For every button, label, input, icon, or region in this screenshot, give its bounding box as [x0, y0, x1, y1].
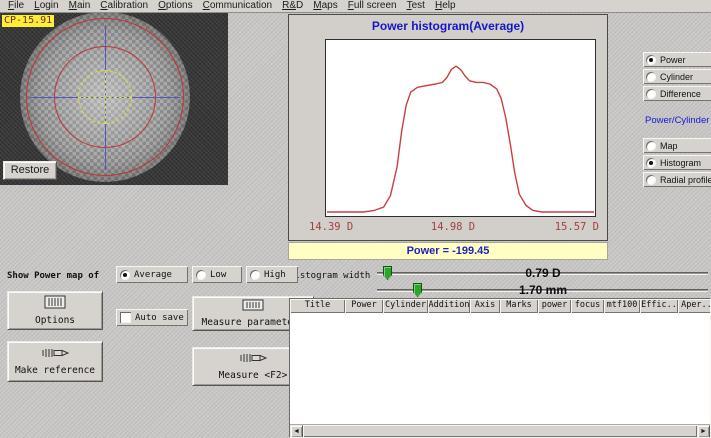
checkbox-icon — [120, 312, 131, 323]
radio-power[interactable]: Power — [643, 52, 711, 67]
menu-item-rnd[interactable]: R&D — [277, 0, 308, 12]
radio-label: Power — [660, 55, 686, 65]
results-table: Title Power Cylinder Addition Axis Marks… — [289, 298, 711, 438]
x-tick-mid: 14.98 D — [431, 221, 475, 233]
menu-item-file[interactable]: File — [3, 0, 29, 12]
menu-item-test[interactable]: Test — [402, 0, 430, 12]
radio-histogram[interactable]: Histogram — [643, 155, 711, 170]
radio-label: Average — [134, 270, 172, 280]
options-button[interactable]: Options — [7, 291, 103, 330]
histogram-plot — [325, 39, 596, 217]
target-dash-vertical — [105, 70, 106, 124]
menu-item-main[interactable]: Main — [64, 0, 96, 12]
histogram-width-value-d: 0.79 D — [375, 265, 711, 281]
histogram-width-slider-d[interactable]: 0.79 D — [375, 265, 711, 281]
radio-average[interactable]: Average — [116, 266, 188, 283]
radio-icon — [646, 175, 656, 185]
scroll-thumb[interactable] — [303, 425, 697, 437]
radio-map[interactable]: Map — [643, 138, 711, 153]
power-histogram-panel: Power histogram(Average) 14.39 D 14.98 D… — [288, 14, 608, 241]
histogram-curve — [326, 40, 595, 216]
x-tick-max: 15.57 D — [555, 221, 599, 233]
radio-icon — [120, 270, 130, 280]
make-reference-button[interactable]: Make reference — [7, 341, 103, 382]
radio-label: Radial profile — [660, 175, 711, 185]
radio-icon — [646, 158, 656, 168]
radio-cylinder[interactable]: Cylinder — [643, 69, 711, 84]
column-header-mtf100[interactable]: mtf100 — [604, 299, 640, 313]
radio-icon — [646, 141, 656, 151]
column-header-power2[interactable]: power — [538, 299, 571, 313]
radio-icon — [646, 55, 656, 65]
histogram-width-slider-mm[interactable]: 1.70 mm — [375, 282, 711, 298]
radio-high[interactable]: High — [246, 266, 298, 283]
restore-button[interactable]: Restore — [3, 161, 57, 180]
scroll-left-button[interactable]: ◄ — [290, 425, 303, 438]
column-header-focus[interactable]: focus — [571, 299, 604, 313]
radio-low[interactable]: Low — [192, 266, 242, 283]
column-header-power[interactable]: Power — [345, 299, 383, 313]
menu-bar: File Login Main Calibration Options Comm… — [0, 0, 711, 13]
radio-icon — [646, 72, 656, 82]
chart-title: Power histogram(Average) — [289, 19, 607, 33]
application-window: File Login Main Calibration Options Comm… — [0, 0, 711, 438]
button-label: Options — [35, 315, 75, 326]
column-header-cylinder[interactable]: Cylinder — [383, 299, 428, 313]
screw-icon — [239, 352, 267, 367]
menu-item-options[interactable]: Options — [153, 0, 197, 12]
histogram-width-value-mm: 1.70 mm — [375, 282, 711, 298]
radio-radial-profile[interactable]: Radial profile — [643, 172, 711, 187]
scroll-right-button[interactable]: ► — [697, 425, 710, 438]
radio-label: Cylinder — [660, 72, 693, 82]
radio-label: Difference — [660, 89, 701, 99]
radio-label: Low — [210, 270, 226, 280]
menu-item-help[interactable]: Help — [430, 0, 461, 12]
menu-item-maps[interactable]: Maps — [308, 0, 342, 12]
radio-difference[interactable]: Difference — [643, 86, 711, 101]
radio-label: Map — [660, 141, 678, 151]
button-label: Measure <F2> — [219, 370, 288, 381]
menu-item-login[interactable]: Login — [29, 0, 63, 12]
keypad-icon — [44, 295, 66, 312]
menu-item-full-screen[interactable]: Full screen — [343, 0, 402, 12]
column-header-title[interactable]: Title — [290, 299, 345, 313]
table-body — [290, 313, 710, 424]
column-header-efficiency[interactable]: Effic.. — [640, 299, 678, 313]
table-header-row: Title Power Cylinder Addition Axis Marks… — [290, 299, 710, 313]
radio-icon — [196, 270, 206, 280]
column-header-aperture[interactable]: Aper... — [678, 299, 711, 313]
radio-icon — [646, 89, 656, 99]
column-header-axis[interactable]: Axis — [470, 299, 500, 313]
column-header-addition[interactable]: Addition — [428, 299, 470, 313]
menu-item-communication[interactable]: Communication — [198, 0, 278, 12]
keypad-icon — [242, 299, 264, 314]
menu-item-calibration[interactable]: Calibration — [95, 0, 153, 12]
column-header-marks[interactable]: Marks — [500, 299, 538, 313]
horizontal-scrollbar[interactable]: ◄ ► — [290, 424, 710, 437]
show-power-map-label: Show Power map of — [7, 271, 99, 281]
power-readout: Power = -199.45 — [288, 242, 608, 260]
radio-label: High — [264, 270, 286, 280]
radio-label: Histogram — [660, 158, 701, 168]
checkbox-label: Auto save — [135, 313, 184, 323]
x-tick-min: 14.39 D — [309, 221, 353, 233]
screw-icon — [41, 347, 69, 362]
auto-save-checkbox[interactable]: Auto save — [116, 309, 188, 326]
histogram-width-label: Histogram width — [289, 271, 370, 281]
radio-icon — [250, 270, 260, 280]
power-cylinder-label: Power/Cylinder — [645, 115, 709, 126]
button-label: Make reference — [15, 365, 95, 376]
power-value-badge: CP-15.91 — [2, 15, 54, 27]
camera-view: CP-15.91 Restore — [0, 13, 228, 185]
